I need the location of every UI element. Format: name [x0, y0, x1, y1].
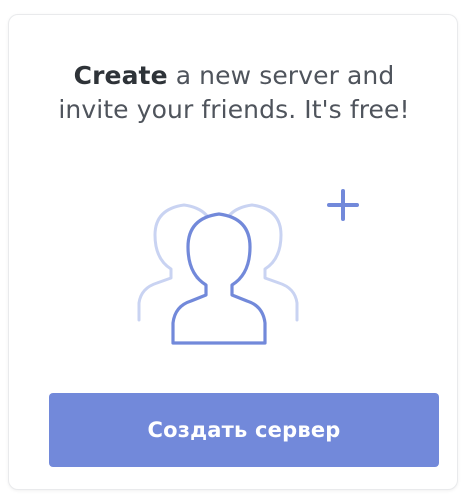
- create-server-card: Create a new server and invite your frie…: [8, 14, 458, 490]
- headline-line2: invite your friends. It's free!: [58, 95, 410, 124]
- plus-icon: [327, 189, 359, 221]
- create-server-button[interactable]: Создать сервер: [49, 393, 439, 467]
- group-add-icon: [137, 189, 359, 345]
- headline-strong: Create: [73, 61, 168, 90]
- headline-line1: a new server and: [167, 61, 395, 90]
- create-server-headline: Create a new server and invite your frie…: [9, 59, 459, 127]
